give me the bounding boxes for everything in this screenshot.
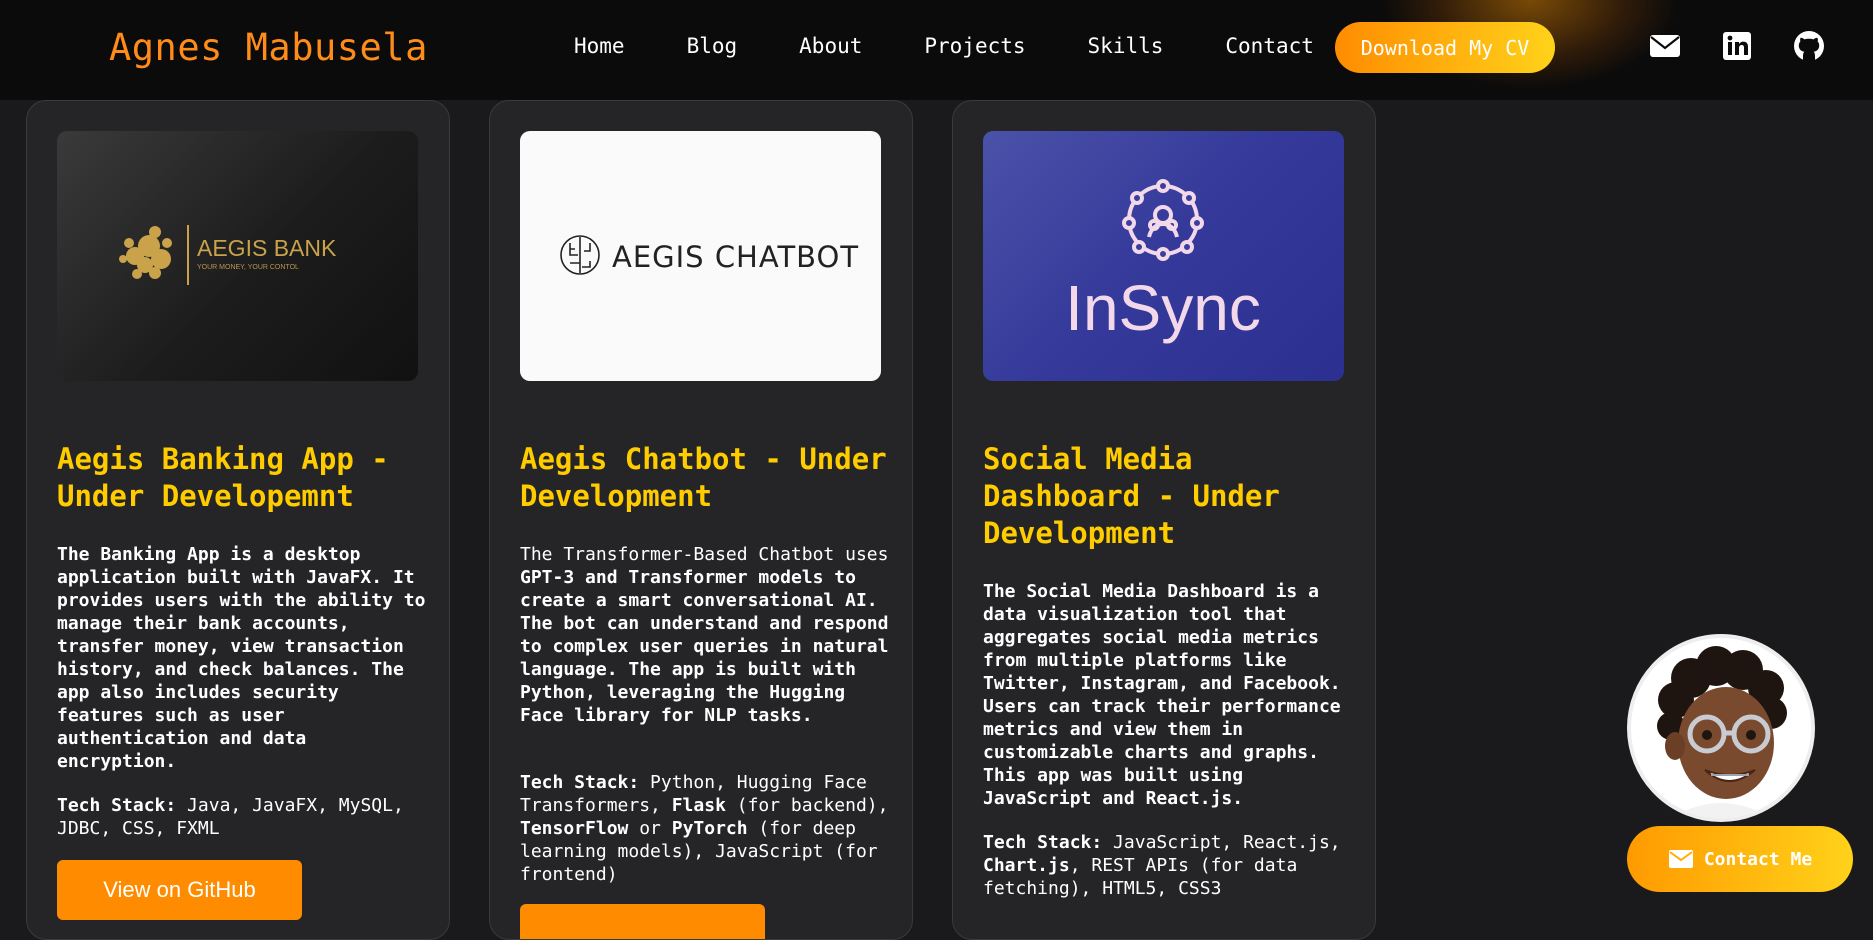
project-title: Aegis Banking App - Under Developemnt	[57, 442, 389, 513]
memoji-avatar-image	[1631, 638, 1811, 818]
project-tech-stack: Tech Stack: Python, Hugging Face Transfo…	[520, 772, 889, 885]
svg-text:AEGIS CHATBOT: AEGIS CHATBOT	[612, 240, 859, 274]
download-cv-button[interactable]: Download My CV	[1335, 22, 1555, 73]
linkedin-icon[interactable]	[1720, 29, 1754, 63]
nav-link-contact[interactable]: Contact	[1225, 34, 1314, 58]
contact-me-label: Contact Me	[1703, 848, 1813, 870]
aegis-chatbot-logo: AEGIS CHATBOT	[560, 235, 859, 275]
project-card-social-dashboard: InSync Social Media Dashboard - Under De…	[952, 100, 1376, 940]
svg-text:InSync: InSync	[1065, 272, 1261, 344]
nav-link-blog[interactable]: Blog	[687, 34, 738, 58]
insync-logo: InSync	[1065, 179, 1261, 344]
avatar	[1627, 634, 1815, 822]
nav-link-projects[interactable]: Projects	[924, 34, 1025, 58]
view-on-github-button[interactable]	[520, 904, 765, 939]
svg-text:AEGIS BANK: AEGIS BANK	[197, 235, 337, 261]
project-description: The Social Media Dashboard is a data vis…	[983, 581, 1341, 809]
project-description: The Transformer-Based Chatbot uses GPT-3…	[520, 544, 889, 726]
aegis-bank-logo: AEGIS BANK YOUR MONEY, YOUR CONTOL	[119, 225, 337, 285]
project-image-insync: InSync	[983, 131, 1344, 381]
github-icon[interactable]	[1792, 29, 1826, 63]
svg-text:YOUR MONEY, YOUR CONTOL: YOUR MONEY, YOUR CONTOL	[197, 264, 299, 271]
project-tech-stack: Tech Stack: Java, JavaFX, MySQL, JDBC, C…	[57, 795, 404, 839]
project-card-banking: AEGIS BANK YOUR MONEY, YOUR CONTOL Aegis…	[26, 100, 450, 940]
project-image-aegis-bank: AEGIS BANK YOUR MONEY, YOUR CONTOL	[57, 131, 418, 381]
project-tech-stack: Tech Stack: JavaScript, React.js, Chart.…	[983, 832, 1341, 899]
envelope-icon	[1668, 850, 1693, 868]
project-description: The Banking App is a desktop application…	[57, 544, 426, 772]
nav-link-home[interactable]: Home	[574, 34, 625, 58]
nav-links: Home Blog About Projects Skills Contact	[574, 34, 1376, 58]
view-on-github-button[interactable]: View on GitHub	[57, 860, 302, 920]
project-card-chatbot: AEGIS CHATBOT Aegis Chatbot - Under Deve…	[489, 100, 913, 940]
brand-name[interactable]: Agnes Mabusela	[109, 26, 428, 69]
nav-link-skills[interactable]: Skills	[1088, 34, 1164, 58]
envelope-icon[interactable]	[1648, 29, 1682, 63]
project-title: Social Media Dashboard - Under Developme…	[983, 442, 1280, 550]
nav-link-about[interactable]: About	[799, 34, 862, 58]
contact-me-button[interactable]: Contact Me	[1627, 826, 1853, 892]
top-navbar: Agnes Mabusela Home Blog About Projects …	[0, 0, 1873, 100]
project-image-aegis-chatbot: AEGIS CHATBOT	[520, 131, 881, 381]
project-title: Aegis Chatbot - Under Development	[520, 442, 887, 513]
